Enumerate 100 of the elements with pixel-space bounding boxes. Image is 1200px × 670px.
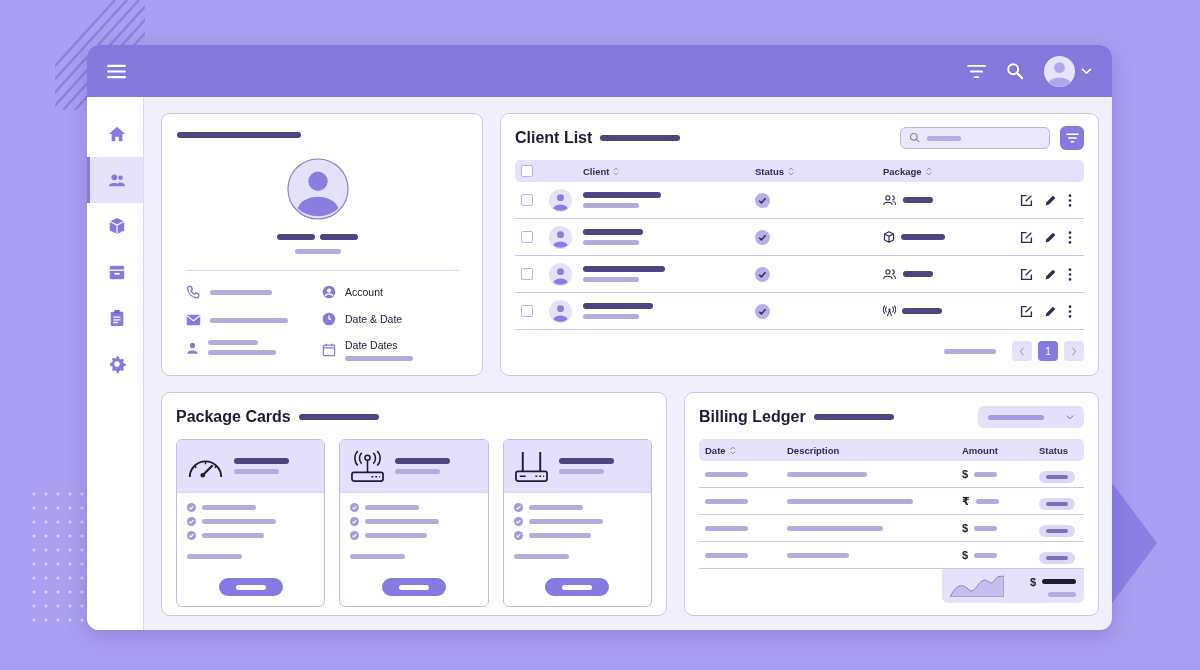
check-circle-icon xyxy=(513,503,523,512)
checkbox[interactable] xyxy=(521,194,533,206)
checkbox[interactable] xyxy=(521,268,533,280)
column-header[interactable]: Client xyxy=(583,165,620,177)
more-icon[interactable] xyxy=(1068,304,1072,318)
search-field[interactable] xyxy=(900,127,1050,149)
placeholder-line xyxy=(903,197,933,203)
check-circle-icon xyxy=(350,531,360,540)
placeholder-line xyxy=(1042,579,1076,584)
placeholder-line xyxy=(583,277,639,282)
phone-icon xyxy=(186,285,201,300)
placeholder-line xyxy=(903,271,933,277)
card-title: Client List xyxy=(515,129,593,147)
currency-symbol: $ xyxy=(962,549,969,561)
select-button[interactable] xyxy=(218,578,283,596)
check-circle-icon xyxy=(187,503,196,512)
edit-icon[interactable] xyxy=(1020,267,1033,281)
column-header[interactable]: Status xyxy=(755,165,795,177)
more-icon[interactable] xyxy=(1068,267,1072,281)
check-circle-icon xyxy=(350,517,360,526)
wifi-router-icon xyxy=(350,449,386,483)
chevron-down-icon xyxy=(1066,414,1074,420)
search-icon[interactable] xyxy=(1006,62,1024,80)
checkbox[interactable] xyxy=(521,231,533,243)
currency-symbol: $ xyxy=(1029,575,1036,588)
placeholder-line xyxy=(558,469,604,474)
placeholder-line xyxy=(988,414,1044,420)
sort-icon[interactable] xyxy=(729,445,736,455)
avatar-icon xyxy=(549,188,572,212)
filter-button[interactable] xyxy=(1060,126,1084,150)
check-circle-icon xyxy=(187,531,196,540)
users-icon xyxy=(883,268,897,280)
placeholder-line xyxy=(208,350,276,355)
pencil-icon[interactable] xyxy=(1044,193,1057,207)
search-icon xyxy=(909,132,921,144)
chevron-right-icon xyxy=(1071,346,1077,356)
page-button[interactable]: 1 xyxy=(1038,341,1058,361)
placeholder-line xyxy=(705,525,748,531)
placeholder-line xyxy=(1048,591,1076,597)
dropdown[interactable] xyxy=(978,406,1084,428)
avatar-icon xyxy=(549,262,572,286)
chevron-left-icon xyxy=(1019,346,1025,356)
placeholder-line xyxy=(944,348,996,354)
placeholder-line xyxy=(528,505,583,510)
menu-icon[interactable] xyxy=(107,63,126,79)
column-header: Description xyxy=(787,444,840,456)
sort-icon[interactable] xyxy=(788,166,795,176)
check-circle-icon xyxy=(513,517,523,526)
placeholder-line xyxy=(705,552,748,558)
users-icon xyxy=(883,194,897,206)
placeholder-line xyxy=(927,135,961,141)
card-title: Billing Ledger xyxy=(699,408,806,426)
antenna-icon xyxy=(883,305,896,317)
chevron-down-icon[interactable] xyxy=(1081,67,1092,75)
placeholder-line xyxy=(513,554,569,559)
sort-icon[interactable] xyxy=(925,166,932,176)
edit-icon[interactable] xyxy=(1020,230,1033,244)
placeholder-line xyxy=(974,525,998,531)
placeholder-line xyxy=(583,314,639,319)
placeholder-line xyxy=(558,458,614,464)
avatar-icon xyxy=(549,299,572,323)
checkbox[interactable] xyxy=(521,305,533,317)
currency-symbol: ₹ xyxy=(962,494,970,508)
pencil-icon[interactable] xyxy=(1044,230,1057,244)
checkbox[interactable] xyxy=(521,165,533,177)
placeholder-line xyxy=(583,240,639,245)
placeholder-line xyxy=(902,308,942,314)
box-icon xyxy=(107,217,126,235)
box-icon xyxy=(883,231,895,243)
avatar-icon[interactable] xyxy=(1044,55,1075,87)
column-header: Status xyxy=(1039,444,1069,456)
edit-icon[interactable] xyxy=(1020,304,1033,318)
placeholder-line xyxy=(583,203,639,208)
edit-icon[interactable] xyxy=(1020,193,1033,207)
column-header[interactable]: Date xyxy=(705,444,736,456)
clock-icon xyxy=(322,312,336,326)
sort-icon[interactable] xyxy=(613,166,620,176)
placeholder-line xyxy=(202,533,264,538)
account-icon xyxy=(322,285,336,299)
placeholder-line xyxy=(202,505,256,510)
currency-symbol: $ xyxy=(962,522,969,534)
select-button[interactable] xyxy=(545,578,610,596)
check-circle-icon xyxy=(350,503,360,512)
placeholder-line xyxy=(583,303,653,309)
person-icon xyxy=(186,340,199,355)
placeholder-line xyxy=(277,234,315,240)
column-header[interactable]: Package xyxy=(883,165,932,177)
pencil-icon[interactable] xyxy=(1044,304,1057,318)
filter-icon[interactable] xyxy=(967,63,986,79)
calendar-icon xyxy=(322,343,336,357)
more-icon[interactable] xyxy=(1068,230,1072,244)
pencil-icon[interactable] xyxy=(1044,267,1057,281)
select-button[interactable] xyxy=(382,578,446,596)
placeholder-line xyxy=(705,498,748,504)
more-icon[interactable] xyxy=(1068,193,1072,207)
placeholder-line xyxy=(365,505,420,510)
filter-icon xyxy=(1065,133,1079,143)
users-icon xyxy=(107,171,126,189)
placeholder-line xyxy=(395,458,451,464)
sidebar-item[interactable] xyxy=(87,157,143,203)
